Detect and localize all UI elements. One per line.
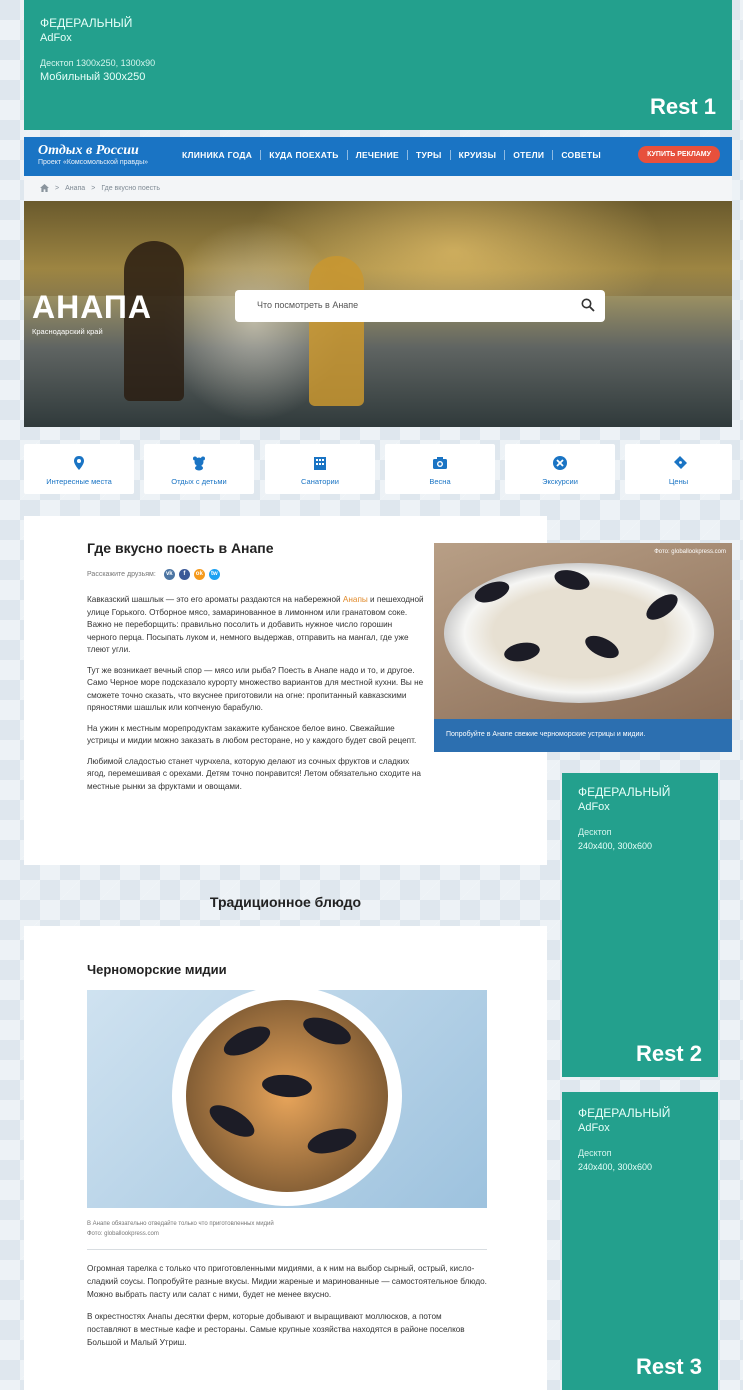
- share-bar: Расскажите друзьям: vk f ok tw: [87, 569, 220, 580]
- category-prices[interactable]: Цены: [625, 444, 732, 494]
- article-paragraph: Кавказский шашлык — это его ароматы разд…: [87, 594, 424, 657]
- teddy-bear-icon: [193, 456, 205, 471]
- category-label: Экскурсии: [542, 477, 578, 486]
- ad-label: ФЕДЕРАЛЬНЫЙ: [578, 785, 671, 799]
- nav-item-treatment[interactable]: ЛЕЧЕНИЕ: [348, 150, 408, 160]
- seafood-photo: Фото: globallookpress.com Попробуйте в А…: [434, 543, 732, 752]
- article-body: Кавказский шашлык — это его ароматы разд…: [87, 594, 424, 801]
- twitter-share-icon[interactable]: tw: [208, 569, 220, 580]
- dish-photo-caption: В Анапе обязательно отведайте только что…: [87, 1219, 274, 1239]
- breadcrumb-item-current: Где вкусно поесть: [101, 184, 160, 192]
- facebook-share-icon[interactable]: f: [178, 569, 190, 580]
- page-title: АНАПА: [32, 289, 153, 325]
- dish-title: Черноморские мидии: [87, 962, 227, 977]
- nav-menu: КЛИНИКА ГОДА КУДА ПОЕХАТЬ ЛЕЧЕНИЕ ТУРЫ К…: [174, 150, 609, 160]
- odnoklassniki-share-icon[interactable]: ok: [193, 569, 205, 580]
- close-circle-icon: [553, 456, 567, 470]
- ad-provider: AdFox: [578, 1122, 610, 1134]
- category-label: Цены: [668, 477, 689, 486]
- category-sanatoriums[interactable]: Санатории: [265, 444, 375, 494]
- hero-banner: АНАПА Краснодарский край Что посмотреть …: [24, 201, 732, 427]
- nav-item-tips[interactable]: СОВЕТЫ: [553, 150, 609, 160]
- logo-subtitle: Проект «Комсомольской правды»: [38, 159, 149, 166]
- category-label: Отдых с детьми: [171, 477, 227, 486]
- search-placeholder: Что посмотреть в Анапе: [257, 300, 359, 310]
- ad-slot-name: Rest 1: [649, 94, 716, 119]
- article-paragraph: На ужин к местным морепродуктам закажите…: [87, 723, 417, 746]
- ad-size-desktop: Десктоп: [578, 827, 612, 837]
- nav-item-hotels[interactable]: ОТЕЛИ: [505, 150, 554, 160]
- camera-icon: [433, 457, 447, 469]
- chevron-right-icon: >: [91, 184, 96, 192]
- category-label: Весна: [429, 477, 451, 486]
- divider: [87, 1249, 487, 1250]
- nav-item-clinic[interactable]: КЛИНИКА ГОДА: [174, 150, 262, 160]
- ad-size-desktop: Десктоп: [578, 1148, 612, 1158]
- breadcrumb-item-anapa[interactable]: Анапа: [65, 185, 85, 192]
- seafood-image: Фото: globallookpress.com: [434, 543, 732, 719]
- nav-item-cruises[interactable]: КРУИЗЫ: [451, 150, 506, 160]
- ad-label: ФЕДЕРАЛЬНЫЙ: [40, 16, 133, 30]
- article-title: Где вкусно поесть в Анапе: [87, 540, 274, 556]
- chevron-right-icon: >: [55, 184, 60, 192]
- category-label: Интересные места: [46, 477, 112, 486]
- section-header: Традиционное блюдо: [24, 880, 547, 925]
- search-input[interactable]: Что посмотреть в Анапе: [235, 290, 605, 322]
- ad-slot-name: Rest 3: [635, 1354, 702, 1379]
- ad-banner-side[interactable]: ФЕДЕРАЛЬНЫЙ AdFox Десктоп 240x400, 300x6…: [562, 773, 718, 1077]
- hero-child-silhouette: [309, 256, 364, 406]
- mussels-photo: [87, 990, 487, 1208]
- logo-title: Отдых в России: [38, 143, 139, 158]
- ad-size-values: 240x400, 300x600: [578, 841, 653, 851]
- ad-banner-side[interactable]: ФЕДЕРАЛЬНЫЙ AdFox Десктоп 240x400, 300x6…: [562, 1092, 718, 1390]
- category-label: Санатории: [301, 477, 339, 486]
- section-title: Традиционное блюдо: [209, 894, 362, 910]
- photo-credit: Фото: globallookpress.com: [654, 549, 726, 555]
- category-bar: Интересные места Отдых с детьми Санатори…: [24, 444, 732, 494]
- ad-slot-name: Rest 2: [635, 1041, 702, 1066]
- dish-paragraph: Огромная тарелка с только что приготовле…: [87, 1264, 487, 1299]
- dish-paragraph: В окрестностях Анапы десятки ферм, котор…: [87, 1312, 465, 1347]
- caption-text: В Анапе обязательно отведайте только что…: [87, 1221, 274, 1227]
- photo-caption: Попробуйте в Анапе свежие черноморские у…: [446, 731, 646, 738]
- article-paragraph: Любимой сладостью станет чурчхела, котор…: [87, 756, 421, 791]
- map-marker-icon: [74, 456, 84, 470]
- ad-size-mobile: Мобильный 300x250: [40, 71, 146, 83]
- ad-size-desktop: Десктоп 1300x250, 1300x90: [40, 58, 156, 68]
- article-paragraph: Тут же возникает вечный спор — мясо или …: [87, 665, 424, 713]
- ticket-icon: [674, 456, 687, 469]
- mussels-bowl: [172, 990, 402, 1206]
- category-spring[interactable]: Весна: [385, 444, 495, 494]
- ad-label: ФЕДЕРАЛЬНЫЙ: [578, 1106, 671, 1120]
- category-interesting-places[interactable]: Интересные места: [24, 444, 134, 494]
- category-kids[interactable]: Отдых с детьми: [144, 444, 254, 494]
- building-icon: [314, 457, 326, 470]
- category-excursions[interactable]: Экскурсии: [505, 444, 615, 494]
- home-icon[interactable]: [40, 184, 49, 192]
- nav-item-tours[interactable]: ТУРЫ: [408, 150, 451, 160]
- dish-card: Черноморские мидии В Анапе обязательно о…: [24, 926, 547, 1390]
- ad-banner-top[interactable]: ФЕДЕРАЛЬНЫЙ AdFox Десктоп 1300x250, 1300…: [24, 0, 732, 130]
- breadcrumb: > Анапа > Где вкусно поесть: [24, 176, 732, 201]
- nav-item-where-to-go[interactable]: КУДА ПОЕХАТЬ: [261, 150, 348, 160]
- ad-size-values: 240x400, 300x600: [578, 1162, 653, 1172]
- share-label: Расскажите друзьям:: [87, 571, 156, 578]
- site-logo[interactable]: Отдых в России Проект «Комсомольской пра…: [38, 143, 148, 167]
- search-icon[interactable]: [581, 298, 595, 312]
- ad-provider: AdFox: [578, 801, 610, 813]
- ad-provider: AdFox: [40, 32, 72, 44]
- region-label: Краснодарский край: [32, 327, 103, 336]
- vk-share-icon[interactable]: vk: [163, 569, 175, 580]
- anapa-link[interactable]: Анапы: [343, 595, 368, 604]
- main-navigation: Отдых в России Проект «Комсомольской пра…: [24, 137, 732, 176]
- paragraph-text: Кавказский шашлык — это его ароматы разд…: [87, 595, 343, 604]
- dish-body: Огромная тарелка с только что приготовле…: [87, 1262, 487, 1358]
- photo-credit: Фото: globallookpress.com: [87, 1231, 159, 1237]
- buy-ad-button[interactable]: КУПИТЬ РЕКЛАМУ: [638, 146, 720, 163]
